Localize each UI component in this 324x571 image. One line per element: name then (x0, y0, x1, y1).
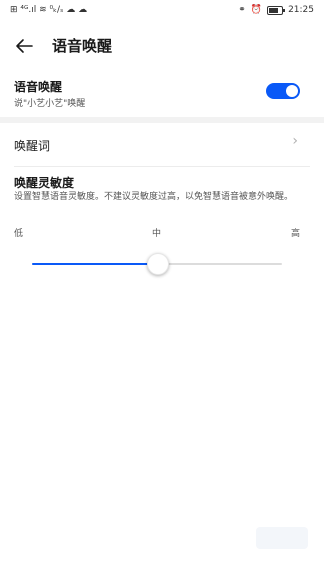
bluetooth-icon: ⚭ (238, 5, 246, 15)
back-arrow-icon (16, 39, 33, 53)
voice-wakeup-subtitle: 说"小艺小艺"唤醒 (14, 99, 86, 109)
slider-fill (32, 263, 157, 265)
row-divider (14, 166, 310, 167)
sensitivity-slider[interactable] (32, 253, 282, 275)
voice-wakeup-row[interactable]: 语音唤醒 说"小艺小艺"唤醒 (0, 76, 324, 116)
corner-decoration (256, 527, 308, 549)
status-time: 21:25 (288, 5, 314, 15)
title-bar: 语音唤醒 (0, 28, 324, 64)
battery-fill (269, 7, 279, 13)
battery-icon (267, 5, 286, 15)
slider-label-low: 低 (14, 229, 24, 239)
sensitivity-description: 设置智慧语音灵敏度。不建议灵敏度过高，以免智慧语音被意外唤醒。 (14, 192, 294, 202)
wake-word-title: 唤醒词 (14, 139, 51, 153)
status-right-icons: ⚭ ⏰ 21:25 (238, 5, 314, 15)
page-title: 语音唤醒 (52, 37, 113, 55)
voice-wakeup-title: 语音唤醒 (14, 80, 63, 94)
status-bar: ⊞ ⁴ᴳ.ıl ≋ ⁰ₖ/ₛ ☁ ☁ ⚭ ⏰ 21:25 (0, 0, 324, 22)
slider-label-mid: 中 (152, 229, 162, 239)
back-button[interactable] (10, 32, 38, 60)
slider-label-high: 高 (290, 229, 300, 239)
alarm-icon: ⏰ (250, 5, 263, 15)
status-left-icons: ⊞ ⁴ᴳ.ıl ≋ ⁰ₖ/ₛ ☁ ☁ (10, 5, 87, 15)
toggle-knob (286, 85, 298, 97)
status-left-icons-text: ⊞ ⁴ᴳ.ıl ≋ ⁰ₖ/ₛ ☁ ☁ (10, 5, 88, 15)
voice-wakeup-toggle[interactable] (266, 83, 300, 99)
section-divider (0, 117, 324, 123)
slider-thumb[interactable] (147, 253, 169, 275)
sensitivity-title: 唤醒灵敏度 (14, 176, 75, 190)
chevron-right-icon: › (292, 133, 298, 149)
wake-word-row[interactable]: 唤醒词 › (0, 130, 324, 160)
